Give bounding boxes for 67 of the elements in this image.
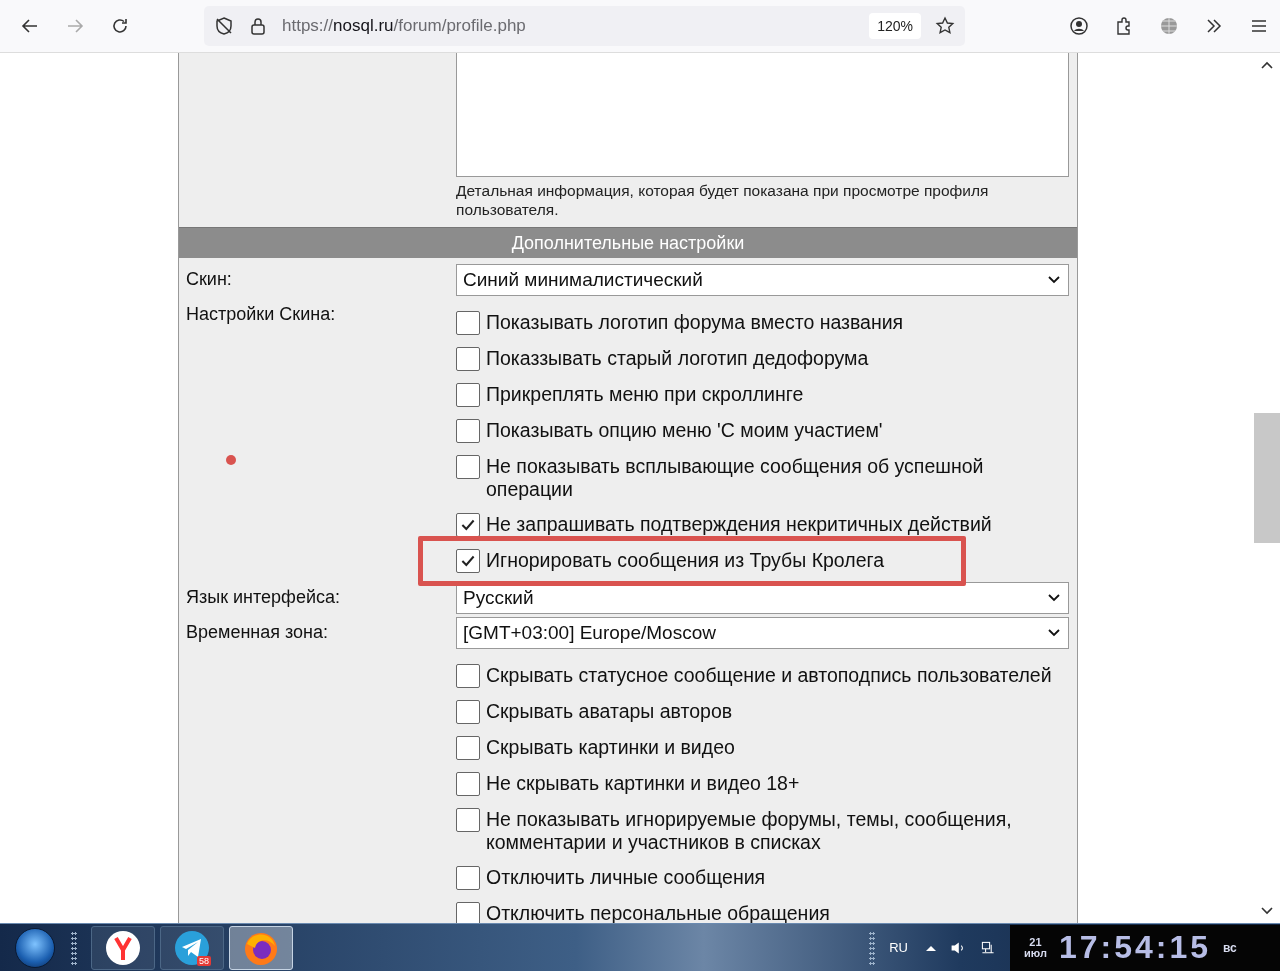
y-logo-icon bbox=[105, 929, 141, 966]
scroll-thumb[interactable] bbox=[1254, 413, 1280, 543]
checkbox-label: Прикреплять меню при скроллинге bbox=[486, 383, 804, 406]
reload-icon[interactable] bbox=[110, 16, 130, 36]
marker-dot bbox=[226, 455, 236, 465]
checkbox-label: Не скрывать картинки и видео 18+ bbox=[486, 772, 800, 795]
scroll-up-icon[interactable] bbox=[1261, 61, 1273, 69]
checkbox-label: Не запрашивать подтверждения некритичных действий bbox=[486, 513, 992, 536]
checkbox-label: Скрывать статусное сообщение и автоподпись пользователей bbox=[486, 664, 1052, 687]
network-icon[interactable] bbox=[980, 939, 996, 956]
checkbox[interactable] bbox=[456, 549, 480, 573]
checkbox-label: Не показывать всплывающие сообщения об успешной операции bbox=[486, 455, 985, 501]
checkbox[interactable] bbox=[456, 902, 480, 923]
field-label: Временная зона: bbox=[186, 621, 329, 643]
clock-time: 17:54:15 bbox=[1058, 929, 1211, 966]
checkbox[interactable] bbox=[456, 808, 480, 832]
checkbox[interactable] bbox=[456, 311, 480, 335]
checkbox[interactable] bbox=[456, 664, 480, 688]
address-bar[interactable]: https://nosql.ru/forum/profile.php 120% bbox=[204, 6, 965, 46]
unread-badge: 58 bbox=[197, 955, 211, 966]
checkbox[interactable] bbox=[456, 736, 480, 760]
checkbox[interactable] bbox=[456, 513, 480, 537]
checkbox-label: Показывать опцию меню 'С моим участием' bbox=[486, 419, 883, 442]
language-indicator[interactable]: RU bbox=[889, 940, 908, 955]
paper-plane-icon bbox=[174, 929, 210, 966]
star-icon[interactable] bbox=[935, 16, 955, 36]
globe-icon[interactable] bbox=[1159, 16, 1179, 36]
date-day: 21 bbox=[1029, 936, 1042, 948]
checkbox[interactable] bbox=[456, 772, 480, 796]
taskbar-app[interactable] bbox=[91, 925, 155, 970]
chevron-down-icon bbox=[1048, 276, 1060, 284]
field-label: Язык интерфейса: bbox=[186, 586, 340, 608]
field-label: Настройки Скина: bbox=[186, 303, 336, 325]
chevron-down-icon bbox=[1048, 629, 1060, 637]
scroll-down-icon[interactable] bbox=[1261, 907, 1273, 915]
checkbox-label: Скрывать аватары авторов bbox=[486, 700, 733, 723]
weekday: вс bbox=[1222, 940, 1237, 955]
checkbox[interactable] bbox=[456, 700, 480, 724]
field-label: Скин: bbox=[186, 268, 232, 290]
details-hint: Детальная информация, которая будет показана при просмотре профиля пользователя. bbox=[456, 181, 990, 220]
checkbox-label: Не показывать игнорируемые форумы, темы, сообщения, комментарии и участников в списках bbox=[486, 808, 1013, 854]
select-field[interactable]: Русский bbox=[456, 582, 1069, 614]
checkbox[interactable] bbox=[456, 383, 480, 407]
checkbox-label: Показзывать старый логотип дедофорума bbox=[486, 347, 869, 370]
select-field[interactable]: [GMT+03:00] Europe/Moscow bbox=[456, 617, 1069, 649]
chevron-down-icon bbox=[1048, 594, 1060, 602]
taskbar-app[interactable]: 58 bbox=[160, 925, 224, 970]
clock-panel[interactable]: 21 июл 17:54:15 вс bbox=[1010, 924, 1280, 971]
start-button[interactable] bbox=[15, 927, 55, 968]
account-icon[interactable] bbox=[1069, 16, 1089, 36]
checkbox[interactable] bbox=[456, 347, 480, 371]
checkbox-label: Отключить личные сообщения bbox=[486, 866, 766, 889]
zoom-level[interactable]: 120% bbox=[869, 13, 921, 39]
section-header: Дополнительные настройки bbox=[179, 227, 1077, 258]
grip-icon bbox=[869, 930, 876, 965]
checkbox-label: Скрывать картинки и видео bbox=[486, 736, 735, 759]
checkbox[interactable] bbox=[456, 419, 480, 443]
lock-icon bbox=[248, 16, 268, 36]
grip-icon bbox=[71, 930, 77, 965]
shield-icon[interactable] bbox=[214, 16, 234, 36]
checkbox-label: Игнорировать сообщения из Трубы Кролега bbox=[486, 549, 884, 572]
date-month: июл bbox=[1024, 947, 1047, 959]
checkbox[interactable] bbox=[456, 866, 480, 890]
checkbox[interactable] bbox=[456, 455, 480, 479]
select-field[interactable]: Синий минималистический bbox=[456, 264, 1069, 296]
url-text[interactable]: https://nosql.ru/forum/profile.php bbox=[282, 16, 856, 36]
checkbox-label: Показывать логотип форума вместо названия bbox=[486, 311, 904, 334]
